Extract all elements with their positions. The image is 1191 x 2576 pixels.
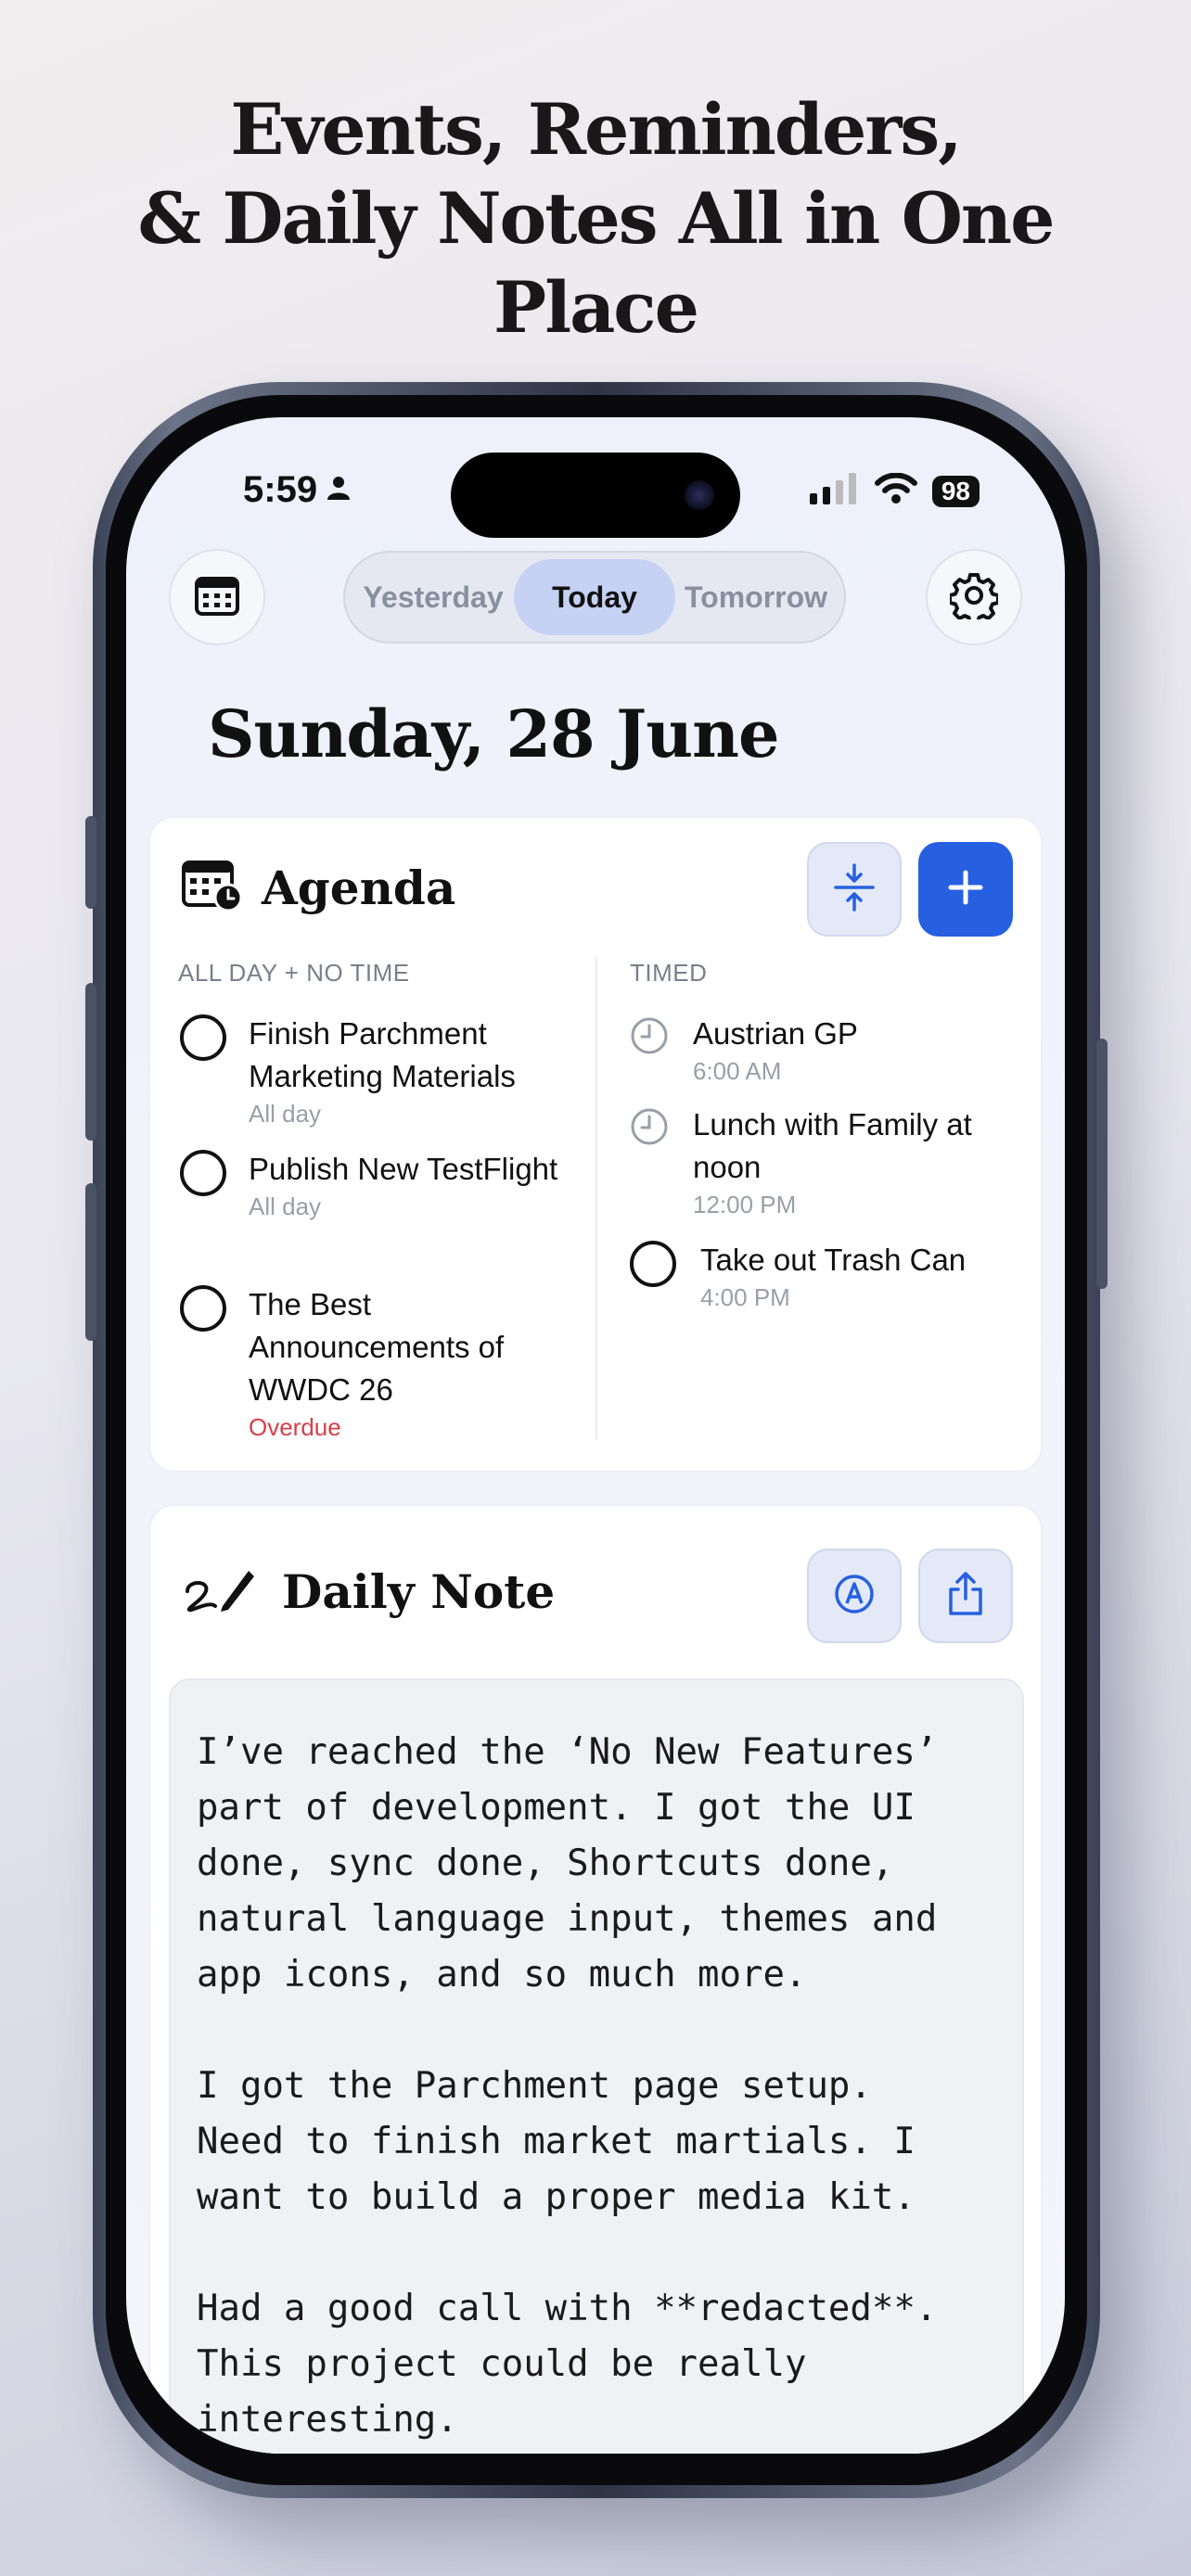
completion-circle-icon[interactable] [180,1150,226,1196]
daily-note-editor[interactable]: I’ve reached the ‘No New Features’ part … [169,1678,1024,2454]
column-divider [596,957,597,1439]
headline-line-1: Events, Reminders, [230,88,962,171]
signature-pen-icon [182,1563,256,1620]
wifi-icon [874,472,917,509]
completion-circle-icon[interactable] [630,1241,676,1287]
person-icon [325,469,352,511]
plus-icon [947,869,984,911]
reminder-time: 4:00 PM [700,1283,790,1311]
task-subtitle: All day [249,1192,322,1220]
completion-circle-icon[interactable] [180,1285,226,1332]
timed-item[interactable]: Austrian GP 6:00 AM [630,1013,1019,1087]
timed-column-label: TIMED [630,959,708,987]
segment-tomorrow[interactable]: Tomorrow [675,559,837,635]
clock-icon [630,1107,669,1151]
all-day-item[interactable]: Finish Parchment Marketing Materials All… [180,1013,570,1129]
day-segmented-control: Yesterday Today Tomorrow [343,551,846,644]
collapse-button[interactable] [807,842,902,937]
all-day-item[interactable]: Publish New TestFlight All day [180,1148,570,1222]
calendar-clock-icon [182,859,243,917]
date-title: Sunday, 28 June [208,695,780,772]
all-day-column-label: ALL DAY + NO TIME [178,959,410,987]
markup-pen-icon [833,1573,876,1620]
daily-note-card: Daily Note I’ve reached the ‘No New Feat… [148,1504,1043,2454]
share-icon [946,1571,985,1622]
task-title: Finish Parchment Marketing Materials [249,1016,516,1093]
calendar-button[interactable] [169,549,265,645]
volume-down-button [85,1183,96,1341]
task-overdue-label: Overdue [249,1413,341,1441]
all-day-item[interactable]: The Best Announcements of WWDC 26 Overdu… [180,1283,532,1443]
status-time-text: 5:59 [243,469,318,510]
add-item-button[interactable] [918,842,1013,937]
task-title: Publish New TestFlight [249,1152,558,1186]
marketing-headline: Events, Reminders, & Daily Notes All in … [0,85,1191,352]
cellular-signal-icon [809,473,860,509]
settings-button[interactable] [926,549,1022,645]
agenda-title: Agenda [262,861,456,915]
agenda-card: Agenda ALL DAY + NO TIME TIMED Finish Pa… [148,816,1043,1473]
collapse-vertical-icon [832,862,877,916]
markup-button[interactable] [807,1549,902,1643]
action-button [85,816,96,909]
reminder-title: Take out Trash Can [700,1243,967,1277]
event-time: 12:00 PM [693,1191,797,1218]
camera-icon [685,480,714,510]
event-title: Austrian GP [693,1016,858,1051]
status-icons: 98 [809,472,980,509]
event-time: 6:00 AM [693,1057,782,1085]
phone-screen: 5:59 98 Yesterday Today Tomorrow Sunday,… [126,417,1065,2454]
task-title: The Best Announcements of WWDC 26 [249,1287,505,1407]
agenda-header: Agenda [182,859,455,917]
battery-indicator: 98 [931,475,980,507]
power-button [1096,1039,1108,1289]
daily-note-header: Daily Note [182,1563,555,1620]
status-time: 5:59 [243,469,352,511]
headline-line-2: & Daily Notes All in One [137,177,1055,260]
timed-item[interactable]: Take out Trash Can 4:00 PM [630,1239,1019,1313]
completion-circle-icon[interactable] [180,1014,226,1061]
volume-up-button [85,983,96,1141]
event-title: Lunch with Family at noon [693,1107,972,1184]
daily-note-title: Daily Note [282,1564,556,1619]
headline-line-3: Place [493,266,699,349]
task-subtitle: All day [249,1100,322,1128]
segment-yesterday[interactable]: Yesterday [352,559,514,635]
clock-icon [630,1016,669,1060]
gear-icon [948,571,1000,625]
segment-today[interactable]: Today [514,559,675,635]
dynamic-island [451,453,740,538]
calendar-icon [194,573,240,622]
timed-item[interactable]: Lunch with Family at noon 12:00 PM [630,1103,1019,1220]
share-button[interactable] [918,1549,1013,1643]
